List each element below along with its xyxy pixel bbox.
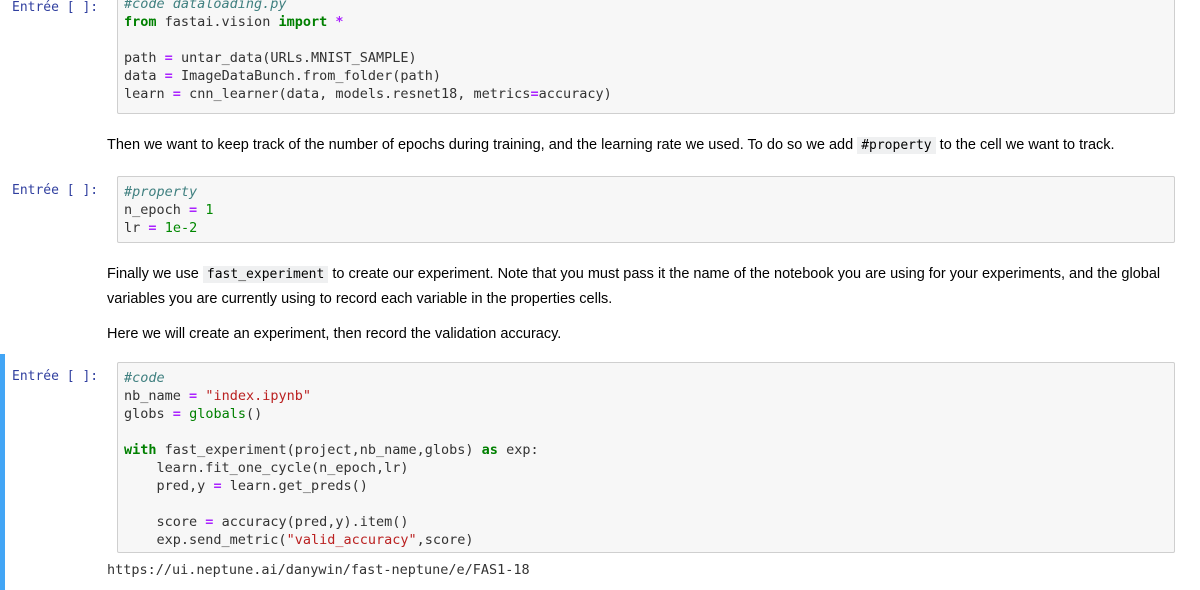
code-text: exp:	[506, 442, 539, 458]
code-text: path	[124, 50, 157, 66]
code-text: accuracy(pred,y).item()	[221, 514, 409, 530]
code-text: globs	[124, 406, 165, 422]
markdown-paragraph: Here we will create an experiment, then …	[107, 322, 1177, 346]
code-text: n_epoch	[124, 202, 181, 218]
cell-prompt: Entrée [ ]:	[12, 369, 99, 384]
code-operator: =	[164, 68, 173, 84]
code-number: 1	[205, 202, 214, 218]
code-keyword: with	[124, 442, 157, 458]
code-editor[interactable]: #code nb_name = "index.ipynb" globs = gl…	[118, 363, 1174, 549]
code-keyword: as	[481, 442, 498, 458]
code-text: exp.send_metric(	[156, 532, 287, 548]
code-text: ()	[245, 406, 263, 422]
code-text: accuracy)	[538, 86, 612, 102]
cell-output-url[interactable]: https://ui.neptune.ai/danywin/fast-neptu…	[107, 562, 530, 578]
code-operator: =	[213, 478, 222, 494]
code-comment: #property	[124, 184, 198, 200]
inline-code: #property	[857, 137, 936, 154]
code-text: untar_data(URLs.MNIST_SAMPLE)	[180, 50, 417, 66]
code-text: fast_experiment(project,nb_name,globs)	[164, 442, 474, 458]
code-operator: =	[172, 406, 181, 422]
code-operator: =	[164, 50, 173, 66]
code-comment: #code	[124, 370, 165, 386]
code-builtin: globals	[189, 406, 246, 422]
code-operator: =	[530, 86, 539, 102]
cell-prompt: Entrée [ ]:	[12, 183, 99, 198]
code-text: cnn_learner(data, models.resnet18, metri…	[189, 86, 531, 102]
markdown-text: Finally we use	[107, 266, 199, 282]
code-editor[interactable]: #property n_epoch = 1 lr = 1e-2	[118, 177, 1174, 237]
code-string: "index.ipynb"	[205, 388, 311, 404]
code-text: data	[124, 68, 157, 84]
code-text: ImageDataBunch.from_folder(path)	[180, 68, 442, 84]
markdown-text: to the cell we want to track.	[939, 137, 1115, 153]
code-operator: =	[172, 86, 181, 102]
code-number: 1e-2	[164, 220, 198, 236]
code-text: learn.fit_one_cycle(n_epoch,lr)	[156, 460, 409, 476]
code-text: fastai.vision	[164, 14, 271, 30]
code-operator: =	[205, 514, 214, 530]
code-text: score	[156, 514, 198, 530]
markdown-cell-property[interactable]: Then we want to keep track of the number…	[107, 133, 1177, 158]
code-keyword: import	[278, 14, 328, 30]
code-editor[interactable]: #code dataloading.py from fastai.vision …	[118, 0, 1174, 103]
markdown-paragraph: Then we want to keep track of the number…	[107, 133, 1177, 158]
code-keyword: from	[124, 14, 157, 30]
cell-prompt: Entrée [ ]:	[12, 0, 99, 15]
code-text: nb_name	[124, 388, 181, 404]
code-text: pred,y	[156, 478, 206, 494]
code-operator: *	[335, 14, 344, 30]
code-input-area[interactable]: #property n_epoch = 1 lr = 1e-2	[117, 176, 1175, 243]
selected-cell-indicator	[0, 354, 5, 590]
code-string: "valid_accuracy"	[286, 532, 417, 548]
inline-code: fast_experiment	[202, 266, 329, 283]
code-text: learn	[124, 86, 165, 102]
code-comment: #code dataloading.py	[124, 0, 287, 12]
code-text: learn.get_preds()	[229, 478, 368, 494]
code-text: ,score)	[416, 532, 474, 548]
markdown-cell-experiment[interactable]: Finally we use fast_experiment to create…	[107, 262, 1177, 346]
code-operator: =	[189, 202, 198, 218]
code-operator: =	[189, 388, 198, 404]
markdown-paragraph: Finally we use fast_experiment to create…	[107, 262, 1177, 311]
markdown-text: Then we want to keep track of the number…	[107, 137, 854, 153]
code-input-area[interactable]: #code nb_name = "index.ipynb" globs = gl…	[117, 362, 1175, 553]
code-input-area[interactable]: #code dataloading.py from fastai.vision …	[117, 0, 1175, 114]
code-text: lr	[124, 220, 141, 236]
code-operator: =	[148, 220, 157, 236]
markdown-text: Here we will create an experiment, then …	[107, 326, 562, 342]
